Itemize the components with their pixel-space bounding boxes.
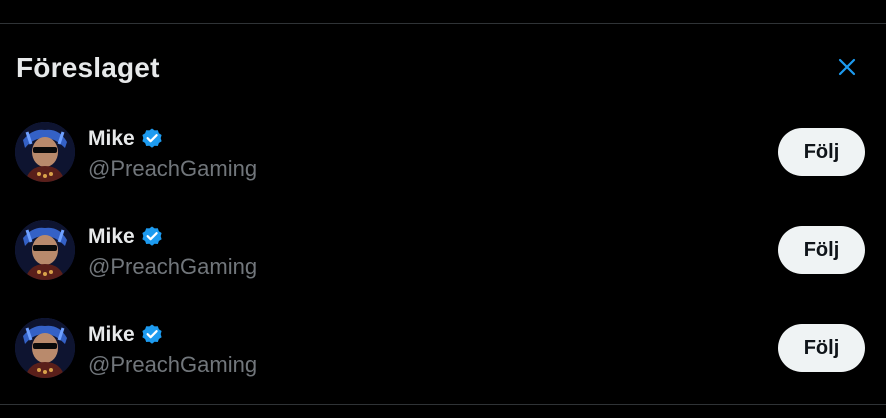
verified-badge-icon: [142, 324, 162, 344]
name-line: Mike: [88, 124, 164, 154]
close-icon: [838, 58, 856, 76]
user-handle[interactable]: @PreachGaming: [88, 350, 257, 380]
top-divider: [0, 23, 886, 24]
panel-title: Föreslaget: [16, 52, 160, 83]
suggestion-row[interactable]: Mike @PreachGaming Följ: [0, 202, 886, 300]
avatar[interactable]: [15, 122, 75, 182]
suggestion-row[interactable]: Mike @PreachGaming Följ: [0, 104, 886, 202]
avatar[interactable]: [15, 220, 75, 280]
user-handle[interactable]: @PreachGaming: [88, 252, 257, 282]
follow-button[interactable]: Följ: [778, 128, 865, 176]
follow-button[interactable]: Följ: [778, 324, 865, 372]
user-name[interactable]: Mike: [88, 124, 135, 154]
follow-button[interactable]: Följ: [778, 226, 865, 274]
suggestion-list: Mike @PreachGaming Följ Mike @PreachGami…: [0, 104, 886, 398]
user-name[interactable]: Mike: [88, 320, 135, 350]
name-line: Mike: [88, 222, 164, 252]
verified-badge-icon: [142, 226, 162, 246]
avatar-image: [15, 220, 75, 280]
avatar-image: [15, 122, 75, 182]
avatar[interactable]: [15, 318, 75, 378]
user-name[interactable]: Mike: [88, 222, 135, 252]
verified-badge-icon: [142, 128, 162, 148]
avatar-image: [15, 318, 75, 378]
suggested-panel: Föreslaget Mike @PreachGaming Följ Mike …: [0, 0, 886, 418]
bottom-divider: [0, 404, 886, 405]
close-button[interactable]: [832, 52, 862, 82]
suggestion-row[interactable]: Mike @PreachGaming Följ: [0, 300, 886, 398]
user-handle[interactable]: @PreachGaming: [88, 154, 257, 184]
name-line: Mike: [88, 320, 164, 350]
